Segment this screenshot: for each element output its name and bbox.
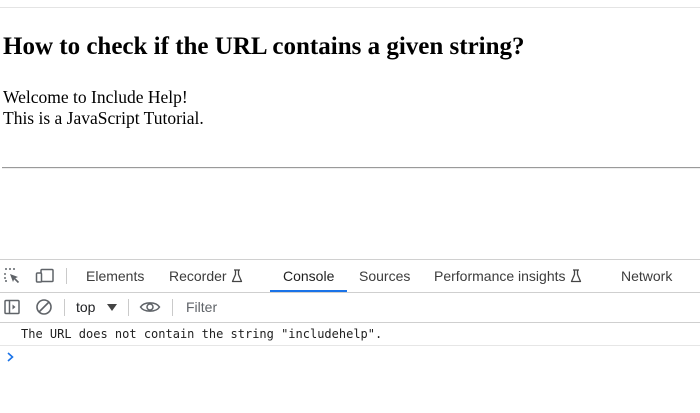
console-message: The URL does not contain the string "inc…: [0, 323, 700, 346]
tab-recorder[interactable]: Recorder: [169, 260, 243, 292]
flask-icon: [231, 262, 243, 294]
dropdown-arrow-icon: [107, 304, 117, 311]
tab-console[interactable]: Console: [283, 260, 334, 292]
clear-console-icon[interactable]: [35, 298, 53, 316]
toolbar-separator: [66, 268, 67, 284]
tab-network-label: Network: [621, 268, 673, 284]
devtools-panel: Elements Recorder Console Sources Perfor…: [0, 259, 700, 413]
tab-console-label: Console: [283, 268, 335, 284]
tab-performance-insights-label: Performance insights: [434, 268, 566, 284]
console-prompt-icon[interactable]: [6, 350, 16, 362]
welcome-text: Welcome to Include Help!: [3, 87, 188, 107]
tab-network[interactable]: Network: [621, 260, 672, 292]
toolbar-separator: [64, 299, 65, 316]
toolbar-separator: [172, 299, 173, 316]
console-output: The URL does not contain the string "inc…: [0, 323, 700, 413]
tab-performance-insights[interactable]: Performance insights: [434, 260, 582, 292]
console-message-text: The URL does not contain the string "inc…: [21, 327, 383, 341]
toolbar-separator: [128, 299, 129, 316]
eye-icon[interactable]: [139, 298, 161, 316]
tab-elements[interactable]: Elements: [86, 260, 144, 292]
console-toolbar: top: [0, 293, 700, 323]
context-selector-label: top: [76, 299, 96, 315]
page-heading: How to check if the URL contains a given…: [3, 33, 525, 60]
tab-sources[interactable]: Sources: [359, 260, 410, 292]
top-divider: [0, 7, 700, 8]
context-selector[interactable]: top: [76, 293, 117, 322]
inspect-element-icon[interactable]: [3, 267, 21, 285]
horizontal-rule: [2, 167, 700, 169]
tutorial-text: This is a JavaScript Tutorial.: [3, 108, 204, 128]
tab-elements-label: Elements: [86, 268, 145, 284]
active-tab-indicator: [270, 290, 347, 292]
flask-icon: [570, 262, 582, 294]
sidebar-toggle-icon[interactable]: [3, 298, 21, 316]
tab-sources-label: Sources: [359, 268, 411, 284]
web-page: How to check if the URL contains a given…: [0, 0, 700, 259]
tab-recorder-label: Recorder: [169, 268, 227, 284]
devtools-tab-bar: Elements Recorder Console Sources Perfor…: [0, 260, 700, 293]
device-toolbar-icon[interactable]: [35, 267, 54, 285]
filter-input[interactable]: [182, 296, 690, 318]
